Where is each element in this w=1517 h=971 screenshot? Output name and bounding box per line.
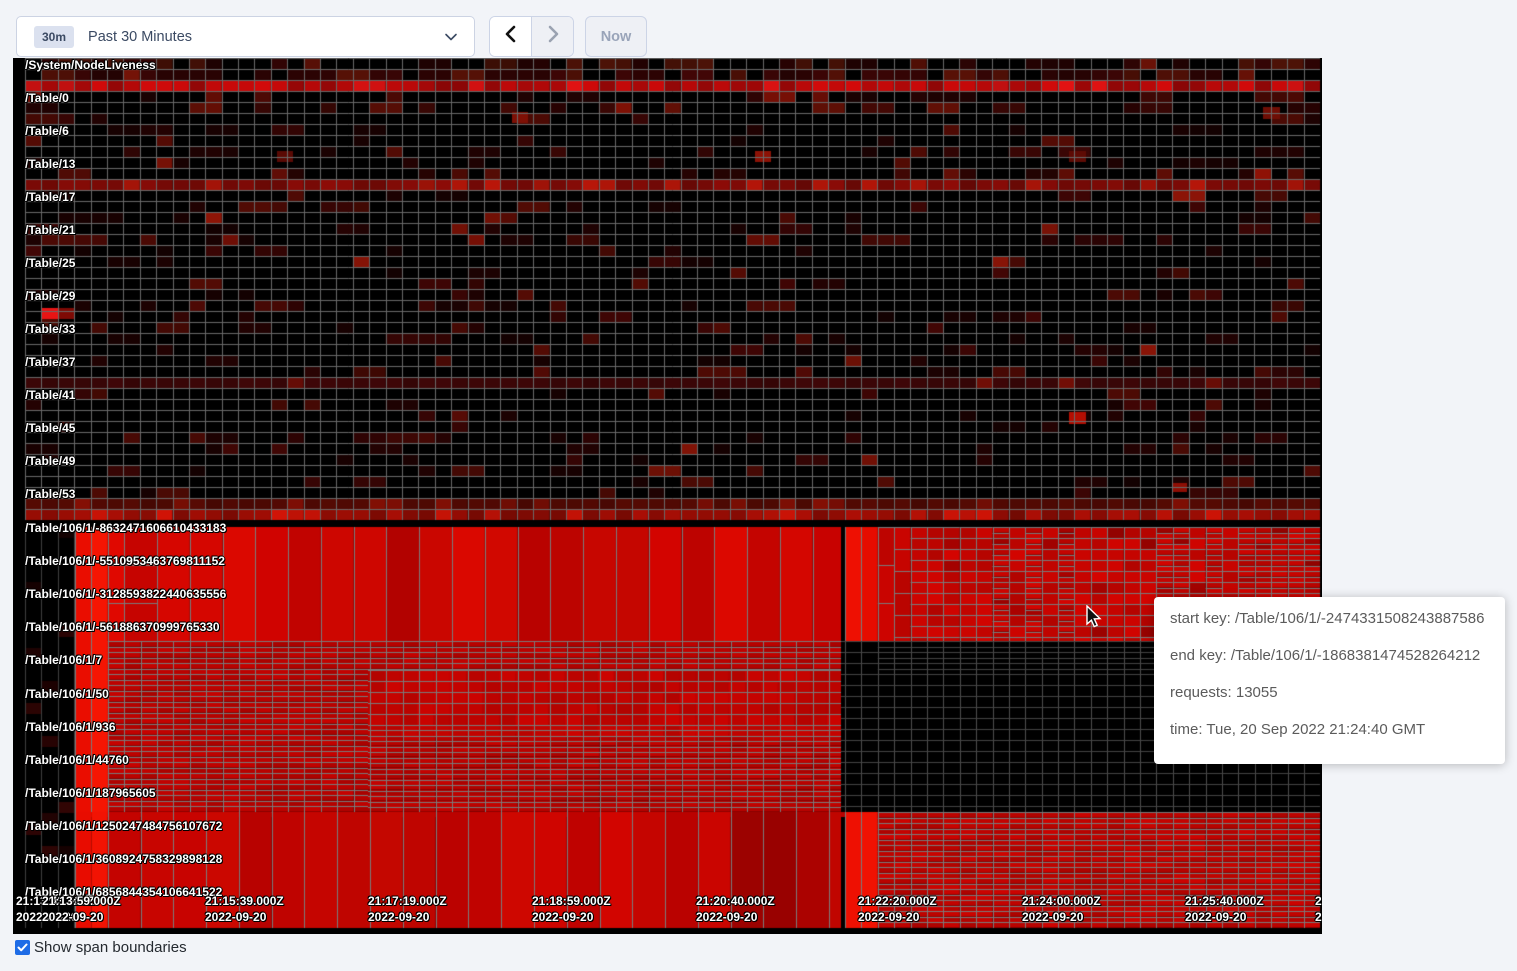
time-range-dropdown[interactable]: 30m Past 30 Minutes (16, 16, 475, 57)
footer-controls: Show span boundaries (15, 939, 187, 956)
tooltip-line: start key: /Table/106/1/-247433150824388… (1170, 610, 1489, 627)
next-time-button[interactable] (532, 17, 573, 56)
time-range-label: Past 30 Minutes (88, 29, 192, 45)
key-visualizer-page: 30m Past 30 Minutes Now /System/NodeLive… (0, 0, 1517, 971)
check-icon (17, 942, 28, 953)
show-span-boundaries-checkbox[interactable] (15, 940, 30, 955)
chevron-right-icon (545, 25, 561, 48)
tooltip-line: end key: /Table/106/1/-18683814745282642… (1170, 647, 1489, 664)
chevron-left-icon (503, 25, 519, 48)
keyvis-chart: /System/NodeLiveness/Table/0/Table/6/Tab… (13, 58, 1322, 934)
time-range-badge: 30m (34, 26, 74, 48)
chevron-down-icon (444, 30, 458, 49)
keyvis-heatmap-canvas[interactable] (13, 58, 1322, 934)
tooltip-line: requests: 13055 (1170, 684, 1489, 701)
show-span-boundaries-label: Show span boundaries (34, 939, 187, 956)
time-nav-group (489, 16, 574, 57)
now-button[interactable]: Now (585, 16, 647, 57)
prev-time-button[interactable] (490, 17, 532, 56)
tooltip-line: time: Tue, 20 Sep 2022 21:24:40 GMT (1170, 721, 1489, 738)
span-tooltip: start key: /Table/106/1/-247433150824388… (1154, 597, 1505, 764)
